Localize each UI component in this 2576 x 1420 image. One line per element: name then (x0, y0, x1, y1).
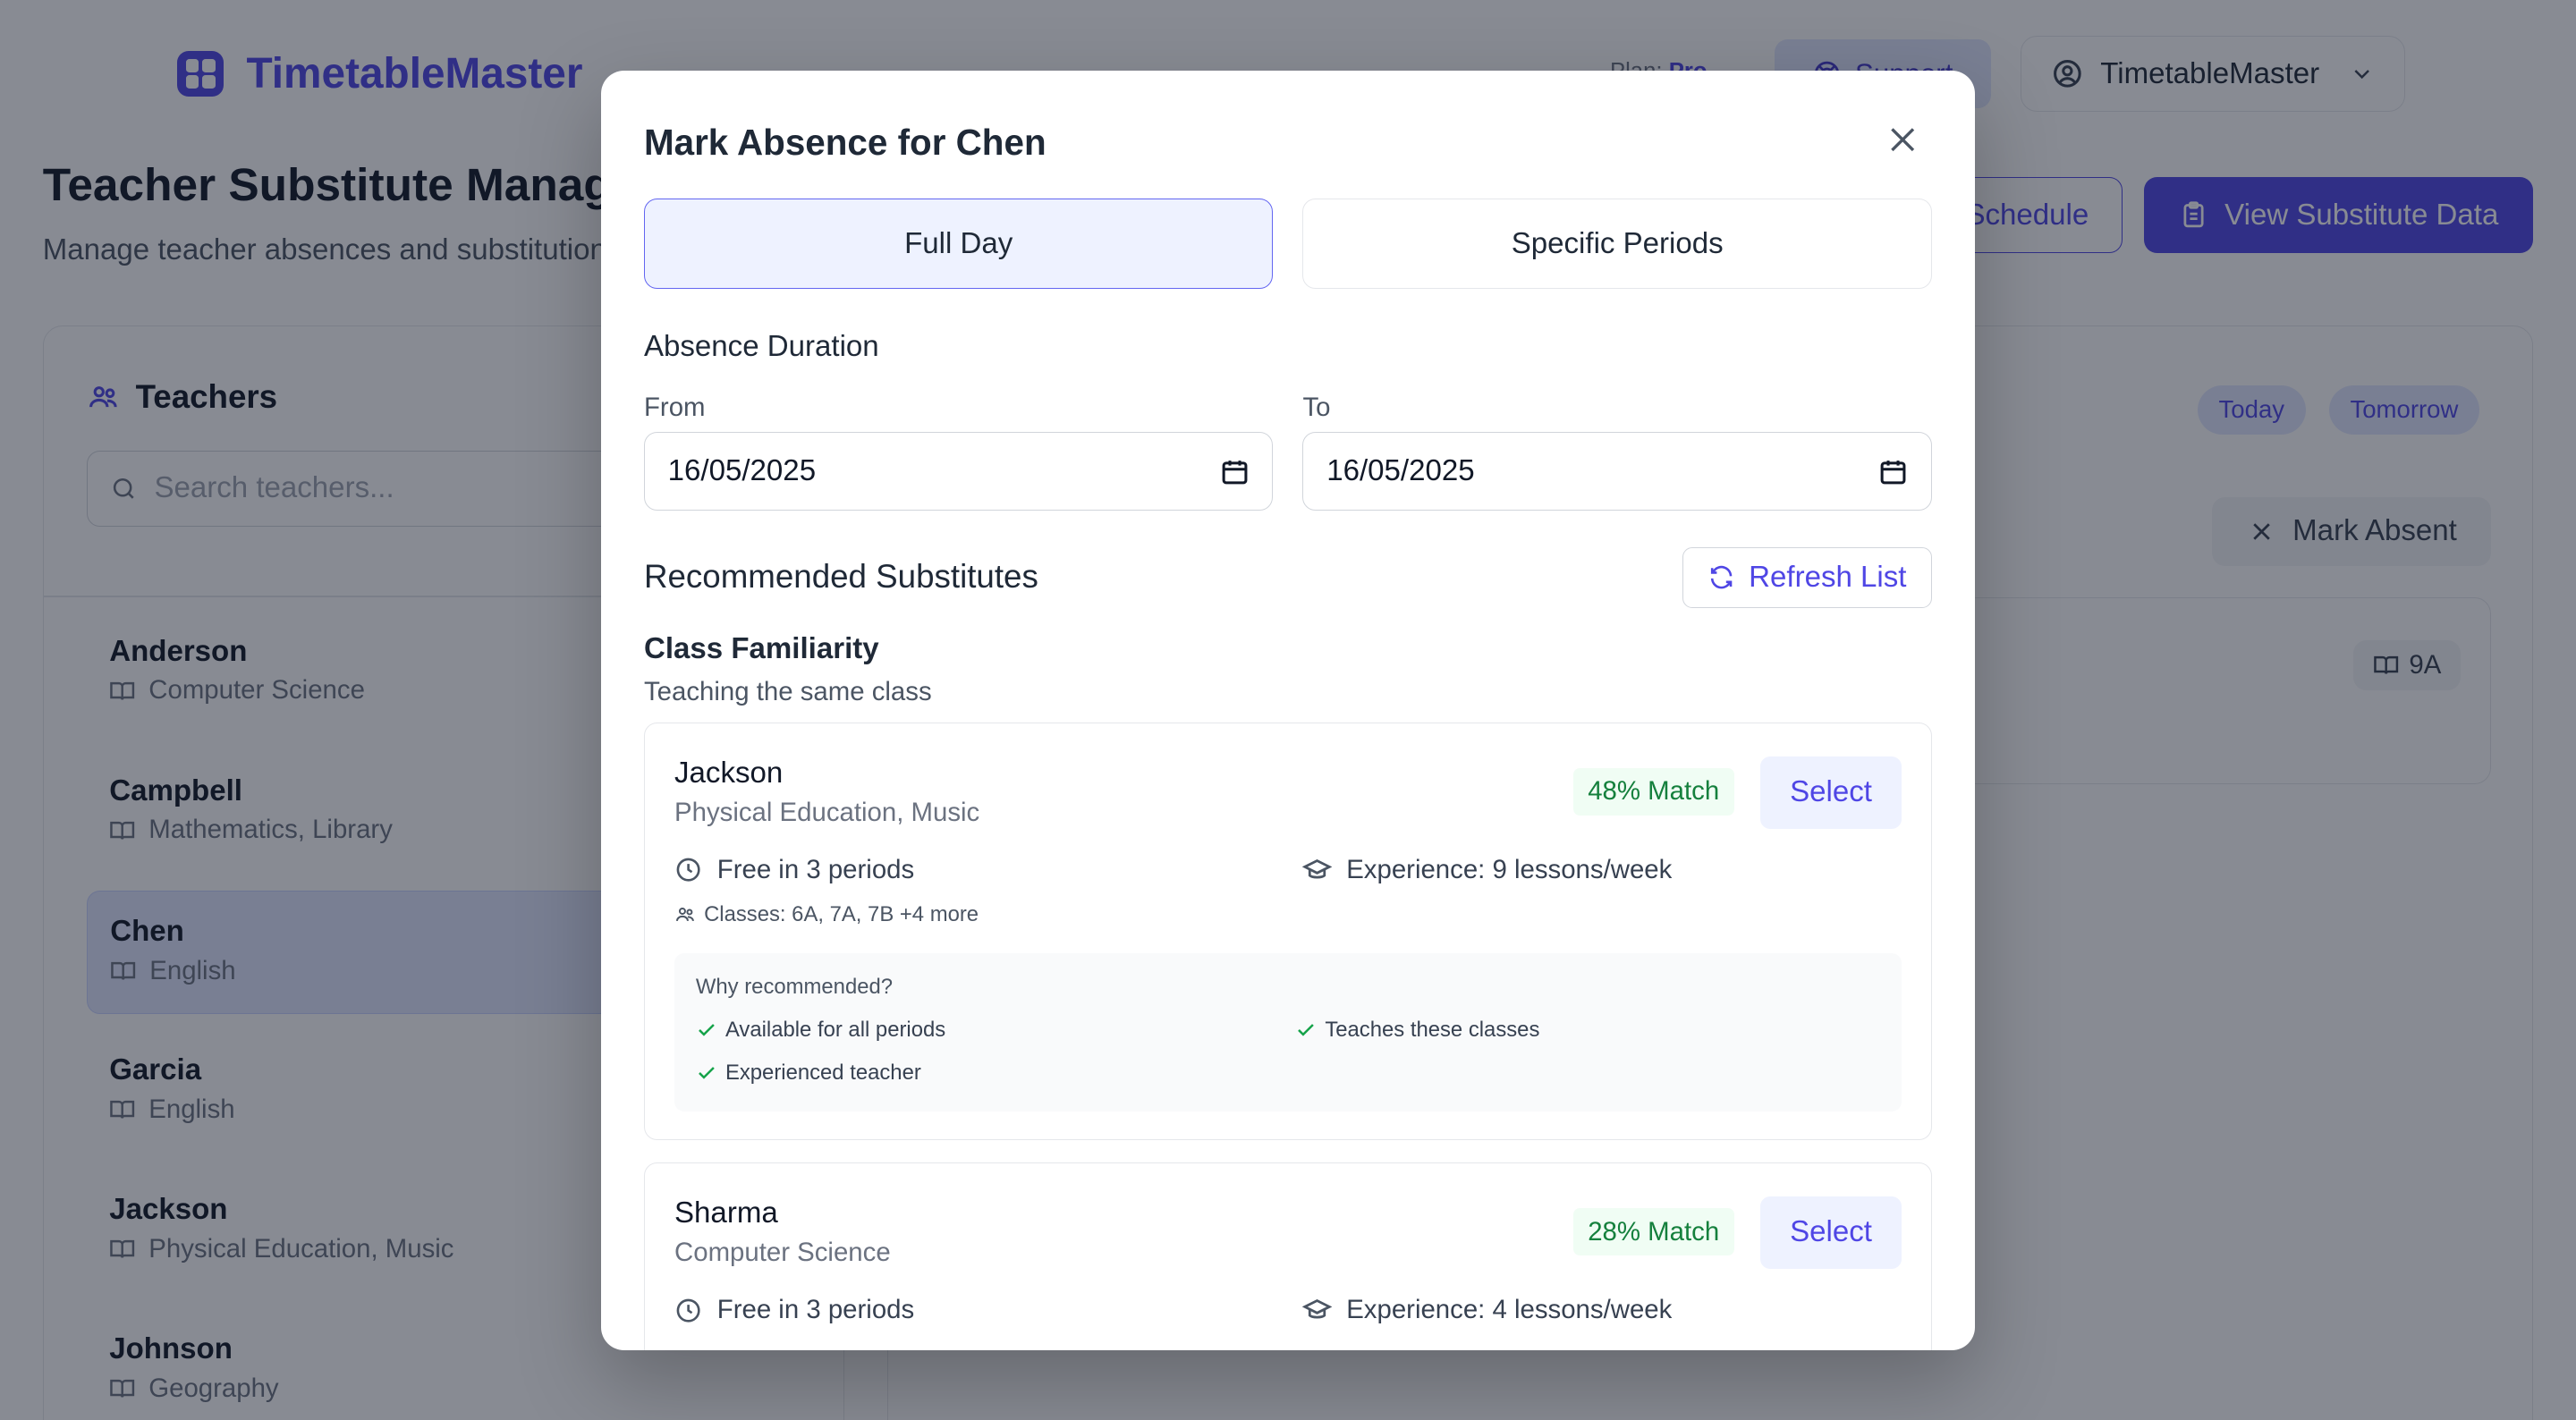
experience: Experience: 9 lessons/week (1301, 855, 1673, 885)
check-icon (1298, 1024, 1315, 1036)
calendar-icon[interactable] (1220, 457, 1250, 486)
specific-periods-option[interactable]: Specific Periods (1302, 199, 1932, 290)
reason-item: Teaches these classes (1295, 1018, 1539, 1043)
select-substitute-button[interactable]: Select (1760, 1196, 1902, 1269)
substitute-card-jackson: Jackson Physical Education, Music 48% Ma… (643, 723, 1932, 1140)
substitute-card-sharma: Sharma Computer Science 28% Match Select… (643, 1162, 1932, 1350)
clock-icon (676, 858, 700, 883)
to-label: To (1302, 392, 1331, 422)
to-date-value: 16/05/2025 (1326, 454, 1475, 488)
free-periods-label: Free in 3 periods (716, 1295, 915, 1325)
experience: Experience: 4 lessons/week (1301, 1295, 1673, 1325)
match-badge: 48% Match (1572, 767, 1734, 816)
classes-label: Classes: 6A, 7A, 7B +4 more (704, 902, 979, 927)
refresh-list-button[interactable]: Refresh List (1682, 546, 1932, 608)
substitute-subject: Physical Education, Music (674, 797, 980, 827)
absence-duration-label: Absence Duration (643, 330, 879, 364)
from-label: From (643, 392, 706, 422)
reason-item: Available for all periods (696, 1018, 945, 1043)
free-periods: Free in 3 periods (674, 855, 914, 885)
substitute-name: Jackson (674, 756, 784, 790)
classes-taught: Classes: 6A, 7A, 7B +4 more (674, 902, 979, 927)
select-substitute-button[interactable]: Select (1760, 756, 1902, 829)
free-periods-label: Free in 3 periods (716, 855, 915, 885)
reason-item: Experienced teacher (696, 1061, 921, 1086)
refresh-list-label: Refresh List (1749, 560, 1907, 594)
match-badge: 28% Match (1572, 1207, 1734, 1256)
from-date-value: 16/05/2025 (667, 454, 817, 488)
mark-absence-dialog: Mark Absence for Chen Full Day Specific … (601, 70, 1975, 1350)
recommended-substitutes-title: Recommended Substitutes (643, 558, 1038, 596)
from-date-input[interactable]: 16/05/2025 (643, 432, 1274, 511)
free-periods: Free in 3 periods (674, 1295, 914, 1325)
calendar-icon[interactable] (1878, 457, 1908, 486)
experience-label: Experience: 9 lessons/week (1346, 855, 1673, 885)
full-day-option[interactable]: Full Day (643, 199, 1274, 290)
check-icon (698, 1024, 715, 1036)
dialog-title: Mark Absence for Chen (643, 121, 1046, 163)
substitute-name: Sharma (674, 1196, 778, 1230)
class-familiarity-title: Class Familiarity (643, 632, 879, 666)
clock-icon (676, 1298, 700, 1323)
refresh-icon (1711, 565, 1733, 589)
close-icon (1890, 128, 1914, 152)
reason-label: Available for all periods (724, 1017, 946, 1042)
to-date-input[interactable]: 16/05/2025 (1302, 432, 1932, 511)
class-familiarity-subtitle: Teaching the same class (643, 676, 932, 706)
substitute-subject: Computer Science (674, 1238, 891, 1267)
check-icon (698, 1066, 715, 1079)
reason-label: Experienced teacher (724, 1060, 921, 1085)
experience-label: Experience: 4 lessons/week (1346, 1295, 1673, 1325)
reason-label: Teaches these classes (1325, 1017, 1540, 1042)
dialog-close-button[interactable] (1879, 116, 1925, 162)
graduation-cap-icon (1301, 1298, 1332, 1319)
why-recommended-title: Why recommended? (695, 975, 894, 1000)
graduation-cap-icon (1301, 858, 1332, 878)
users-icon (676, 908, 694, 922)
why-recommended-box: Why recommended? Available for all perio… (674, 953, 1902, 1111)
